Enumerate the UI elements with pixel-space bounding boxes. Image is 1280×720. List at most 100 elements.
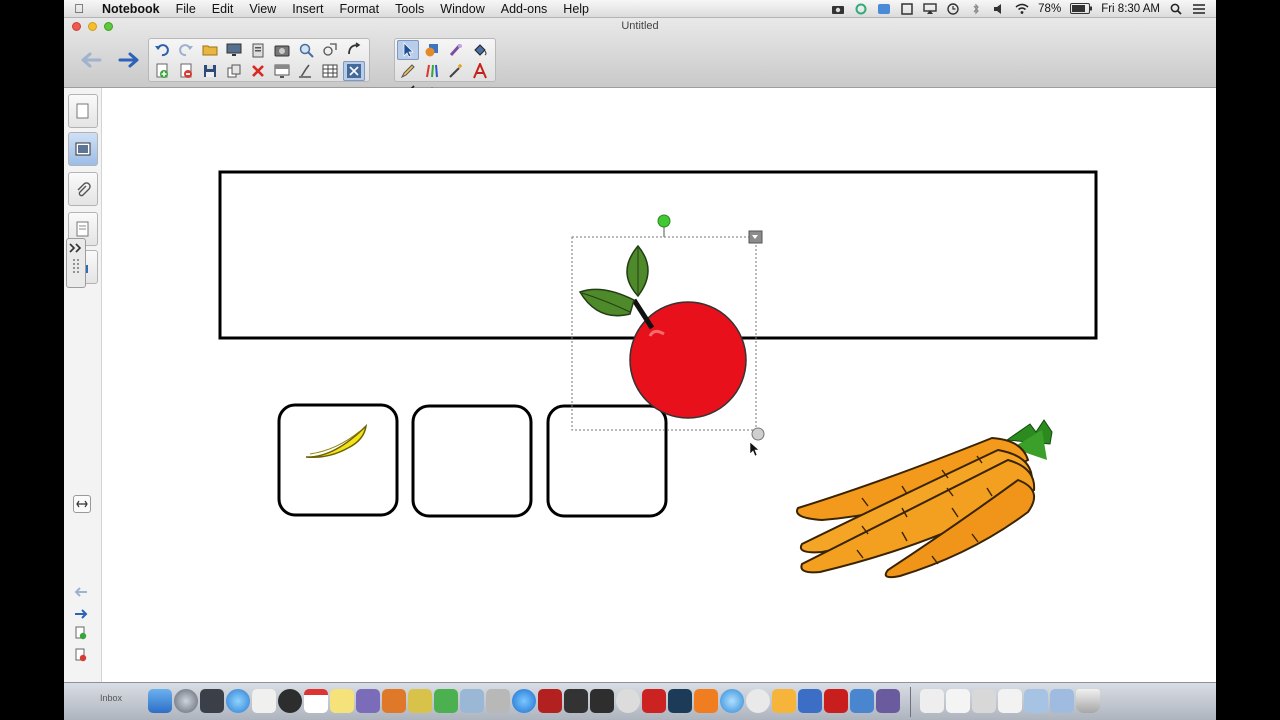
menu-help[interactable]: Help <box>555 2 597 16</box>
star-app-icon[interactable] <box>408 689 432 713</box>
calendar-icon[interactable] <box>304 689 328 713</box>
chart-stack-icon[interactable] <box>972 689 996 713</box>
menu-format[interactable]: Format <box>331 2 387 16</box>
sidebar-prev-page-button[interactable] <box>74 584 88 602</box>
calculator-icon[interactable] <box>486 689 510 713</box>
sync-icon[interactable] <box>854 3 868 15</box>
display-button[interactable] <box>223 40 245 60</box>
time-machine-icon[interactable] <box>946 2 960 15</box>
downloads-folder-icon[interactable] <box>1050 689 1074 713</box>
kindle-icon[interactable] <box>668 689 692 713</box>
menu-insert[interactable]: Insert <box>284 2 331 16</box>
imovie-icon[interactable] <box>876 689 900 713</box>
notification-center-icon[interactable] <box>1192 3 1206 15</box>
contacts-icon[interactable] <box>252 689 276 713</box>
screen-shade-button[interactable] <box>271 61 293 81</box>
red-app-icon[interactable] <box>642 689 666 713</box>
sidebar-add-page-button[interactable] <box>74 626 88 645</box>
shapes-button[interactable] <box>319 40 341 60</box>
notes-icon[interactable] <box>330 689 354 713</box>
connect-button[interactable] <box>343 40 365 60</box>
select-tool-button[interactable] <box>397 40 419 60</box>
mission-control-icon[interactable] <box>200 689 224 713</box>
wifi-icon[interactable] <box>1015 3 1029 15</box>
sidebar-next-page-button[interactable] <box>74 606 88 624</box>
dashboard-icon[interactable] <box>278 689 302 713</box>
battery-icon[interactable] <box>1070 3 1093 14</box>
finder-icon[interactable] <box>148 689 172 713</box>
airplay-icon[interactable] <box>923 2 937 15</box>
creative-pen-button[interactable] <box>421 61 443 81</box>
screen-capture-button[interactable] <box>271 40 293 60</box>
globe-app-icon[interactable] <box>720 689 744 713</box>
applications-folder-icon[interactable] <box>1024 689 1048 713</box>
redo-button[interactable] <box>175 40 197 60</box>
preview-app-icon[interactable] <box>772 689 796 713</box>
delete-button[interactable] <box>247 61 269 81</box>
sidebar-delete-page-button[interactable] <box>74 648 88 667</box>
camera-icon[interactable] <box>831 3 845 15</box>
previous-page-button[interactable] <box>74 44 108 76</box>
clock[interactable]: Fri 8:30 AM <box>1101 3 1160 15</box>
shapes-tool-button[interactable] <box>421 40 443 60</box>
menu-file[interactable]: File <box>168 2 204 16</box>
menu-app-name[interactable]: Notebook <box>94 2 168 16</box>
music-app-icon[interactable] <box>512 689 536 713</box>
green-app-icon[interactable] <box>434 689 458 713</box>
pages-stack-icon[interactable] <box>946 689 970 713</box>
banana-image[interactable] <box>305 423 368 459</box>
rotate-handle[interactable] <box>657 214 671 228</box>
undo-button[interactable] <box>151 40 173 60</box>
acrobat-icon[interactable] <box>824 689 848 713</box>
bluetooth-icon[interactable] <box>969 3 983 15</box>
answer-box-1[interactable] <box>277 403 399 517</box>
magic-wand-button[interactable] <box>445 61 467 81</box>
presentation-app-icon[interactable] <box>382 689 406 713</box>
menu-add-ons[interactable]: Add-ons <box>493 2 556 16</box>
spotlight-search-icon[interactable] <box>1169 3 1183 15</box>
apple-image[interactable] <box>578 244 747 419</box>
safari-icon[interactable] <box>226 689 250 713</box>
compass-app-icon[interactable] <box>746 689 770 713</box>
document-camera-button[interactable] <box>295 61 317 81</box>
floating-tools-handle[interactable] <box>66 238 86 288</box>
magic-pen-button[interactable] <box>445 40 467 60</box>
paste-button[interactable] <box>247 40 269 60</box>
battery-percent[interactable]: 78% <box>1038 3 1061 15</box>
page-sorter-tab[interactable] <box>68 94 98 128</box>
save-button[interactable] <box>199 61 221 81</box>
notebook-canvas[interactable] <box>102 88 1216 682</box>
insert-table-button[interactable] <box>319 61 341 81</box>
orange-app-icon[interactable] <box>694 689 718 713</box>
launchpad-icon[interactable] <box>174 689 198 713</box>
menu-window[interactable]: Window <box>432 2 492 16</box>
menu-view[interactable]: View <box>241 2 284 16</box>
magnifier-button[interactable] <box>295 40 317 60</box>
answer-box-3[interactable] <box>546 404 668 518</box>
photos-app-icon[interactable] <box>460 689 484 713</box>
film-app-icon[interactable] <box>564 689 588 713</box>
photo-booth-icon[interactable] <box>538 689 562 713</box>
menu-tools[interactable]: Tools <box>387 2 432 16</box>
sidebar-move-button[interactable] <box>73 495 91 513</box>
next-page-button[interactable] <box>112 44 146 76</box>
file-stack-icon[interactable] <box>998 689 1022 713</box>
attachments-tab[interactable] <box>68 172 98 206</box>
google-drive-icon[interactable] <box>877 3 891 15</box>
carrots-image[interactable] <box>796 419 1053 579</box>
menu-edit[interactable]: Edit <box>204 2 242 16</box>
answer-box-2[interactable] <box>411 404 533 518</box>
blue-app-icon[interactable] <box>798 689 822 713</box>
pen-app-icon[interactable] <box>356 689 380 713</box>
document-stack-icon[interactable] <box>920 689 944 713</box>
clone-button[interactable] <box>223 61 245 81</box>
trash-icon[interactable] <box>1076 689 1100 713</box>
delete-page-button[interactable] <box>175 61 197 81</box>
gallery-tab[interactable] <box>68 132 98 166</box>
screen-app-icon[interactable] <box>590 689 614 713</box>
volume-icon[interactable] <box>992 3 1006 15</box>
pen-tool-button[interactable] <box>397 61 419 81</box>
resize-handle[interactable] <box>751 427 765 441</box>
add-page-button[interactable] <box>151 61 173 81</box>
apple-menu-icon[interactable]:  <box>64 1 94 16</box>
